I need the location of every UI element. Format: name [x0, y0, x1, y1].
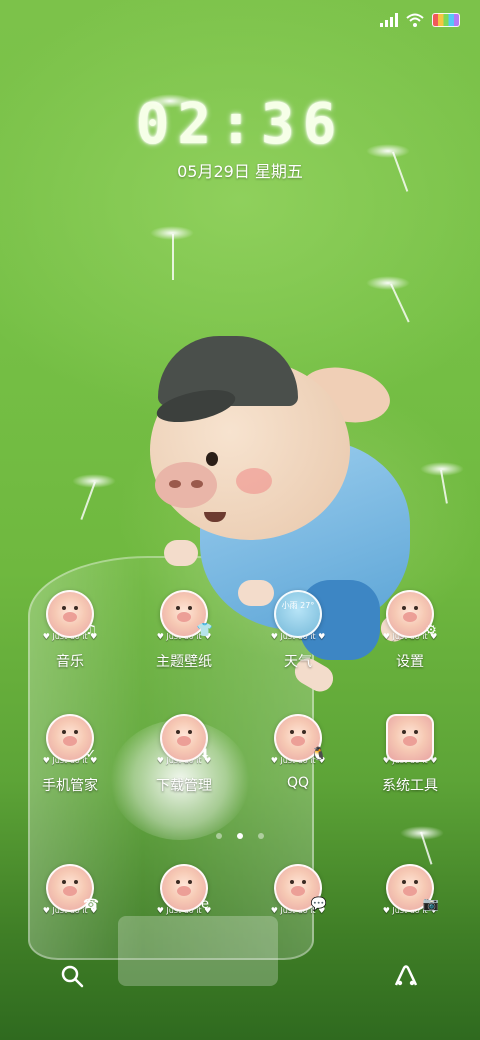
penguin-icon: 🐧: [310, 747, 328, 762]
app-drawer-button[interactable]: [386, 956, 426, 996]
app-phone-manager[interactable]: ✓ ♥ Just do it ♥ 手机管家: [14, 714, 126, 814]
app-music[interactable]: ♫ ♥ Just do it ♥ 音乐: [14, 590, 126, 690]
app-qq[interactable]: 🐧 ♥ Just do it ♥ QQ: [242, 714, 354, 814]
pig-browser-icon: e: [160, 864, 209, 912]
page-dot: [258, 833, 265, 839]
chat-bubble-icon: 💬: [310, 897, 328, 912]
pig-phone-manager-icon: ✓: [46, 714, 96, 762]
app-settings[interactable]: ⚙ ♥ Just do it ♥ 设置: [354, 590, 466, 690]
pig-settings-icon: ⚙: [386, 590, 437, 638]
clock-date: 05月29日 星期五: [177, 162, 303, 181]
pig-phone-icon: ☎: [46, 864, 99, 912]
signal-icon: [380, 13, 398, 27]
folder-icon: [386, 714, 434, 762]
app-drawer-icon: [394, 965, 418, 986]
pig-messages-icon: 💬: [274, 864, 327, 912]
wifi-icon: [406, 13, 424, 27]
pig-theme-icon: 👕: [160, 590, 213, 638]
app-weather[interactable]: 小雨 27° ♥ Just do it ♥ 天气: [242, 590, 354, 690]
phone-icon: ☎: [82, 897, 100, 912]
browser-icon: e: [201, 897, 209, 912]
pig-camera-icon: 📷: [386, 864, 439, 912]
weather-icon: 小雨 27°: [274, 590, 322, 638]
shield-check-icon: ✓: [85, 747, 97, 762]
pig-music-icon: ♫: [46, 590, 97, 638]
app-download-manager[interactable]: ⬇ ♥ Just do it ♥ 下载管理: [128, 714, 240, 814]
pig-download-icon: ⬇: [160, 714, 210, 762]
battery-icon: [432, 13, 460, 27]
page-indicator: [0, 824, 480, 843]
app-system-tools-folder[interactable]: ♥ Just do it ♥ 系统工具: [354, 714, 466, 814]
dock-camera[interactable]: 📷 ♥ Just do it ♥: [354, 864, 466, 924]
page-dot-active: [237, 833, 243, 839]
gear-icon: ⚙: [425, 623, 437, 638]
status-bar: [380, 8, 460, 32]
search-button[interactable]: [52, 956, 92, 996]
page-dot: [215, 833, 222, 839]
pig-qq-icon: 🐧: [274, 714, 327, 762]
download-icon: ⬇: [199, 747, 211, 762]
dock-browser[interactable]: e ♥ Just do it ♥: [128, 864, 240, 924]
camera-icon: 📷: [422, 897, 440, 912]
app-theme-wallpaper[interactable]: 👕 ♥ Just do it ♥ 主题壁纸: [128, 590, 240, 690]
search-icon: [61, 965, 84, 988]
dock-phone[interactable]: ☎ ♥ Just do it ♥: [14, 864, 126, 924]
dock-messages[interactable]: 💬 ♥ Just do it ♥: [242, 864, 354, 924]
